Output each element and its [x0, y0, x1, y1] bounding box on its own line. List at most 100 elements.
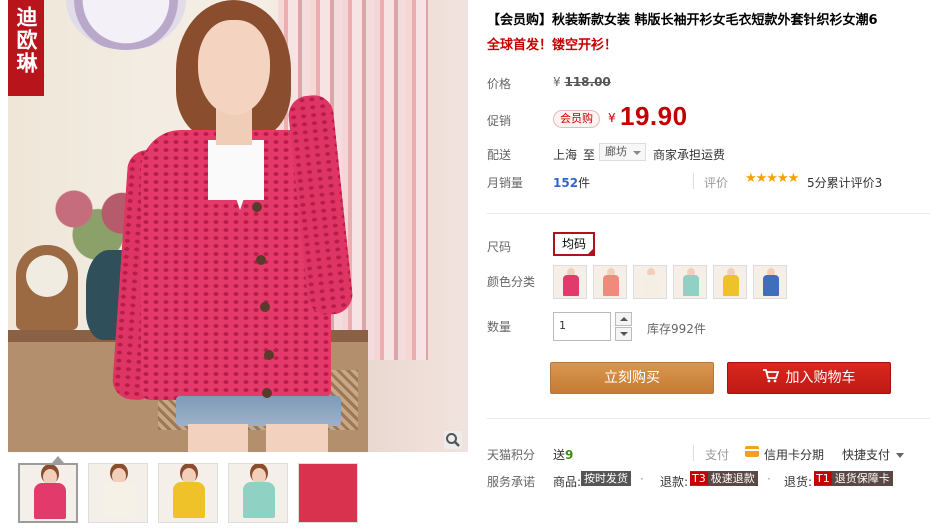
model-legs: [188, 424, 328, 452]
product-subtitle: 全球首发！镂空开衫！: [487, 38, 618, 53]
size-option-selected[interactable]: 均码: [553, 232, 596, 256]
quick-pay-label: 快捷支付: [842, 448, 891, 462]
product-info-panel: 【会员购】秋装新款女装 韩版长袖开衫女毛衣短款外套针织衫女潮6 全球首发！镂空开…: [487, 0, 930, 530]
color-option-white[interactable]: [633, 265, 667, 299]
thumbnail-garment: [34, 483, 66, 519]
thumbnail-garment: [103, 482, 135, 518]
monthly-sales: 152件: [553, 174, 590, 191]
thumbnail-yellow[interactable]: [158, 463, 218, 523]
service-return-label: 退货:: [784, 475, 813, 489]
color-option-swatch: [723, 275, 739, 296]
cardigan-neckline: [216, 140, 264, 210]
thumbnail-garment: [173, 482, 205, 518]
ship-from: 上海: [553, 148, 578, 162]
service-promise-label: 服务承诺: [487, 475, 536, 489]
thumbnail-detail[interactable]: [298, 463, 358, 523]
shopping-cart-icon: [762, 369, 779, 383]
monthly-sales-count: 152: [553, 176, 579, 190]
selected-check-icon: [586, 247, 596, 256]
promo-currency: ¥: [608, 111, 616, 125]
price-currency: ¥: [553, 75, 561, 89]
monthly-sales-unit: 件: [578, 176, 591, 190]
color-category-label: 颜色分类: [487, 275, 536, 289]
payment-label: 支付: [705, 448, 730, 462]
fast-refund-code: T3: [690, 472, 708, 485]
size-label: 尺码: [487, 240, 512, 254]
buy-now-button[interactable]: 立刻购买: [550, 362, 714, 394]
brand-logo-text: 迪欧琳: [14, 6, 39, 75]
chevron-down-icon: [896, 453, 905, 458]
return-guarantee-badge[interactable]: T1 退货保障卡: [814, 471, 893, 486]
monthly-sales-label: 月销量: [487, 176, 524, 190]
brand-logo: 迪欧琳: [8, 0, 44, 96]
product-title: 【会员购】秋装新款女装 韩版长袖开衫女毛衣短款外套针织衫女潮6: [487, 13, 878, 28]
color-option-swatch: [643, 275, 659, 296]
model-shorts: [176, 396, 341, 426]
quantity-input[interactable]: 1: [553, 312, 611, 341]
member-promo-badge: 会员购: [553, 110, 600, 128]
shipping-note: 商家承担运费: [653, 148, 726, 162]
quantity-decrease-button[interactable]: [615, 327, 632, 341]
ship-to-word: 至: [583, 148, 596, 162]
fast-refund-text: 极速退款: [710, 472, 755, 485]
active-thumbnail-pointer: [52, 456, 64, 463]
color-option-mint[interactable]: [673, 265, 707, 299]
divider: [487, 213, 930, 214]
thumbnail-garment: [243, 482, 275, 518]
thumbnail-strip: [8, 456, 468, 530]
ship-destination-value: 廊坊: [605, 145, 627, 158]
service-refund-label: 退款:: [660, 475, 689, 489]
cardigan-button: [256, 255, 266, 265]
tmall-points-value: 9: [565, 448, 574, 462]
tmall-points-prefix: 送: [553, 448, 566, 462]
cardigan-button: [260, 302, 270, 312]
add-to-cart-label: 加入购物车: [785, 370, 856, 386]
service-goods-label: 商品:: [553, 475, 582, 489]
cardigan-button: [264, 350, 274, 360]
chevron-down-icon: [633, 151, 641, 155]
promo-price: 19.90: [620, 101, 688, 131]
color-option-rose[interactable]: [553, 265, 587, 299]
background-wall-clock: [66, 0, 186, 50]
tmall-points-label: 天猫积分: [487, 448, 536, 462]
color-option-yellow[interactable]: [713, 265, 747, 299]
main-product-image[interactable]: [8, 0, 468, 452]
ship-destination-select[interactable]: 廊坊: [599, 143, 646, 161]
on-time-delivery-badge[interactable]: 按时发货: [581, 471, 631, 486]
quantity-label: 数量: [487, 320, 512, 334]
zoom-icon[interactable]: [444, 431, 462, 449]
divider: [693, 173, 694, 189]
color-option-blue[interactable]: [753, 265, 787, 299]
color-option-swatch: [763, 275, 779, 296]
stock-count: 库存992件: [647, 322, 706, 336]
fast-refund-badge[interactable]: T3 极速退款: [690, 471, 758, 486]
add-to-cart-button[interactable]: 加入购物车: [727, 362, 891, 394]
background-desk-clock: [16, 245, 78, 330]
cardigan-button: [252, 202, 262, 212]
color-option-swatch: [683, 275, 699, 296]
rating-label: 评价: [704, 176, 729, 190]
chevron-up-icon: [620, 317, 628, 321]
thumbnail-knit-detail: [299, 464, 357, 522]
color-option-swatch: [603, 275, 619, 296]
divider: [487, 418, 930, 419]
return-guarantee-text: 退货保障卡: [834, 472, 890, 485]
thumbnail-mint[interactable]: [228, 463, 288, 523]
quantity-increase-button[interactable]: [615, 312, 632, 326]
thumbnail-white[interactable]: [88, 463, 148, 523]
original-price: ¥ 118.00: [553, 75, 611, 89]
credit-installment-link[interactable]: 信用卡分期: [764, 446, 824, 463]
quick-pay-dropdown[interactable]: 快捷支付: [842, 446, 905, 463]
return-guarantee-code: T1: [814, 472, 832, 485]
cardigan-button: [262, 388, 272, 398]
size-option-label: 均码: [562, 237, 587, 251]
buy-now-label: 立刻购买: [604, 370, 660, 386]
thumbnail-rose[interactable]: [18, 463, 78, 523]
color-option-swatch: [563, 275, 579, 296]
credit-card-icon: [745, 446, 759, 457]
color-option-coral[interactable]: [593, 265, 627, 299]
separator-dot: ·: [640, 472, 644, 486]
chevron-down-icon: [620, 332, 628, 336]
divider: [693, 445, 694, 461]
rating-summary-link[interactable]: 5分累计评价3: [807, 174, 882, 191]
